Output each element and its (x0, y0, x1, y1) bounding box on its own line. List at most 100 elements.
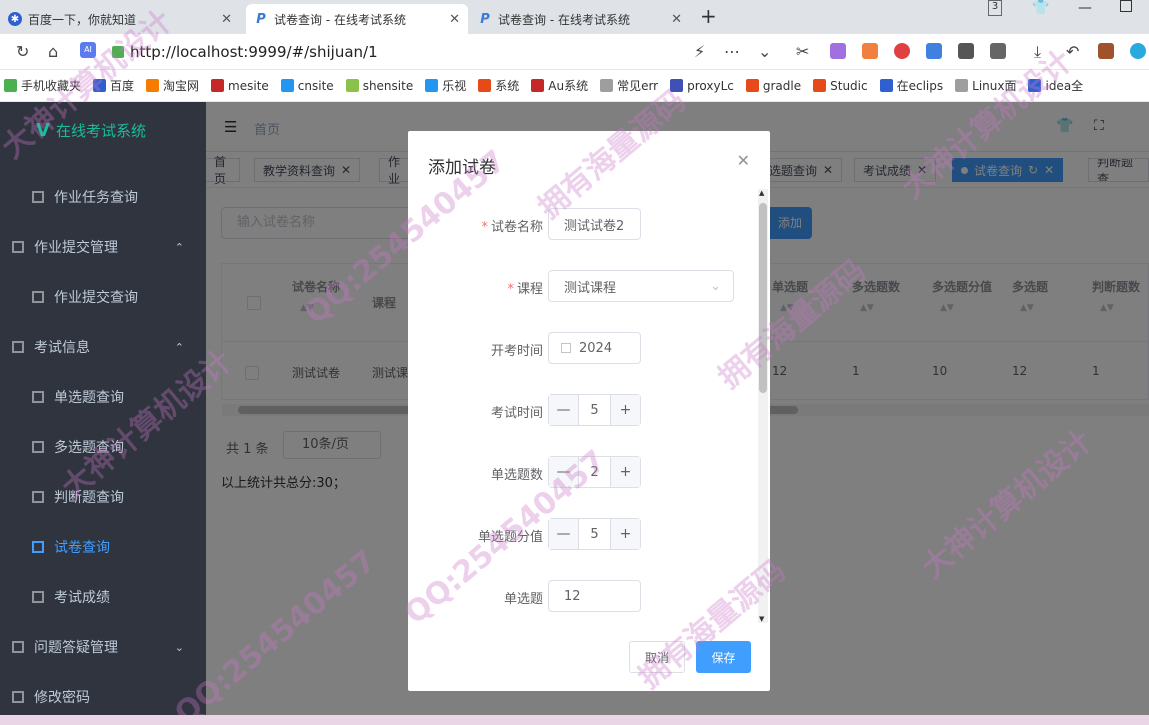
name-label: 试卷名称 (490, 220, 543, 235)
start-time-picker[interactable]: 2024 (548, 332, 641, 364)
single-count-value[interactable]: 2 (579, 465, 610, 480)
maximize-icon[interactable] (1120, 0, 1132, 12)
sidebar-item[interactable]: 单选题查询 (0, 372, 206, 422)
sidebar-item[interactable]: 判断题查询 (0, 472, 206, 522)
field-label: * 试卷名称 (481, 216, 543, 235)
bookmark-icon (813, 79, 827, 92)
apps-icon (32, 291, 44, 303)
sidebar-item[interactable]: 作业提交查询 (0, 272, 206, 322)
plus-button[interactable]: + (610, 395, 640, 425)
bookmark-item[interactable]: 系统 (478, 77, 519, 94)
single-score-label: 单选题分值 (477, 530, 543, 545)
sidebar-item[interactable]: 多选题查询 (0, 422, 206, 472)
chevron-down-icon[interactable]: ⌄ (758, 42, 771, 61)
sidebar-item[interactable]: 考试成绩 (0, 572, 206, 622)
single-questions-input[interactable]: 12 (548, 580, 641, 612)
close-icon[interactable]: ✕ (221, 12, 232, 27)
edge-icon[interactable] (1130, 43, 1146, 59)
bookmark-item[interactable]: idea全 (1028, 77, 1083, 94)
translate-icon[interactable] (830, 43, 846, 59)
apps-icon (32, 391, 44, 403)
shirt-icon[interactable]: 👕 (1032, 0, 1049, 16)
bookmark-item[interactable]: shensite (345, 79, 413, 93)
paper-name-input[interactable]: 测试试卷2 (548, 208, 641, 240)
new-tab-button[interactable]: + (700, 4, 717, 28)
bookmark-label: 乐视 (442, 79, 467, 93)
refresh-icon[interactable]: ↻ (16, 42, 29, 61)
window-count-badge[interactable]: 3 (988, 0, 1002, 16)
single-count-stepper[interactable]: — 2 + (548, 456, 641, 488)
weibo-icon[interactable] (894, 43, 910, 59)
close-icon[interactable]: ✕ (737, 151, 750, 170)
plus-button[interactable]: + (610, 457, 640, 487)
extension-icon[interactable] (990, 43, 1006, 59)
bookmark-item[interactable]: cnsite (280, 79, 334, 93)
undo-icon[interactable]: ↶ (1066, 42, 1079, 61)
dialog-scrollbar[interactable]: ▲ ▼ (758, 189, 768, 623)
single-score-value[interactable]: 5 (579, 527, 610, 542)
minus-button[interactable]: — (549, 395, 579, 425)
bookmark-item[interactable]: 百度 (93, 77, 134, 94)
bookmark-item[interactable]: gradle (745, 79, 801, 93)
bookmark-item[interactable]: Studic (813, 78, 868, 93)
bookmark-item[interactable]: mesite (211, 79, 269, 93)
bookmark-label: 淘宝网 (163, 79, 200, 93)
course-select[interactable]: 测试课程 ⌄ (548, 270, 734, 302)
close-icon[interactable]: ✕ (449, 12, 460, 27)
sidebar-item-label: 作业提交查询 (54, 290, 138, 306)
url-field[interactable]: http://localhost:9999/#/shijuan/1 (112, 38, 782, 66)
plus-button[interactable]: + (610, 519, 640, 549)
apps-icon (32, 441, 44, 453)
bookmark-item[interactable]: proxyLc (670, 79, 734, 93)
bookmark-item[interactable]: 在eclips (879, 77, 943, 94)
bookmark-icon (1028, 79, 1042, 92)
scroll-up-icon[interactable]: ▲ (759, 189, 764, 197)
app-logo: V 在线考试系统 (36, 120, 146, 141)
duration-value[interactable]: 5 (579, 403, 610, 418)
single-score-stepper[interactable]: — 5 + (548, 518, 641, 550)
scroll-down-icon[interactable]: ▼ (759, 615, 764, 623)
sidebar-item[interactable]: 作业提交管理 ⌃ (0, 222, 206, 272)
scissors-icon[interactable]: ✂ (796, 42, 809, 61)
grid-icon (12, 641, 24, 653)
sidebar-item[interactable]: 作业任务查询 (0, 172, 206, 222)
scrollbar-thumb[interactable] (759, 203, 767, 393)
chevron-up-icon: ⌃ (174, 340, 184, 354)
save-button[interactable]: 保存 (696, 641, 751, 673)
minus-button[interactable]: — (549, 519, 579, 549)
bookmark-item[interactable]: 手机收藏夹 (4, 77, 81, 94)
bookmark-label: Studic (830, 78, 868, 93)
bookmark-label: 系统 (495, 79, 520, 93)
close-icon[interactable]: ✕ (671, 12, 682, 27)
sidebar-item[interactable]: 试卷查询 (0, 522, 206, 572)
ai-icon[interactable]: AI (80, 42, 96, 58)
bookmark-icon (4, 79, 17, 92)
bookmark-item[interactable]: 乐视 (425, 77, 466, 94)
mail-icon[interactable] (926, 43, 942, 59)
briefcase-icon[interactable] (1098, 43, 1114, 59)
browser-tab-active[interactable]: P 试卷查询 - 在线考试系统 ✕ (246, 4, 468, 34)
shield-icon[interactable] (958, 43, 974, 59)
bookmark-item[interactable]: 淘宝网 (146, 77, 199, 94)
bookmark-item[interactable]: Au系统 (531, 77, 588, 94)
duration-stepper[interactable]: — 5 + (548, 394, 641, 426)
browser-tab[interactable]: ✱ 百度一下，你就知道 ✕ (0, 4, 240, 34)
lightning-icon[interactable]: ⚡ (694, 42, 705, 61)
bookmark-item[interactable]: 常见err (600, 77, 658, 94)
sidebar-item[interactable]: 考试信息 ⌃ (0, 322, 206, 372)
minus-button[interactable]: — (549, 457, 579, 487)
start-time-label: 开考时间 (490, 344, 543, 359)
game-icon[interactable] (862, 43, 878, 59)
sidebar-item-label: 考试成绩 (54, 590, 110, 606)
cancel-button[interactable]: 取消 (629, 641, 685, 673)
single-count-label: 单选题数 (490, 468, 543, 483)
sidebar-item[interactable]: 问题答疑管理 ⌄ (0, 622, 206, 672)
bookmark-item[interactable]: Linux面 (955, 77, 1016, 94)
browser-tab[interactable]: P 试卷查询 - 在线考试系统 ✕ (470, 4, 690, 34)
apps-icon (32, 491, 44, 503)
more-icon[interactable]: ⋯ (724, 42, 740, 61)
download-icon[interactable]: ⤓ (1034, 42, 1041, 62)
address-bar: ↻ ⌂ AI http://localhost:9999/#/shijuan/1… (0, 34, 1149, 70)
home-icon[interactable]: ⌂ (48, 42, 58, 61)
minimize-icon[interactable]: — (1078, 0, 1092, 16)
